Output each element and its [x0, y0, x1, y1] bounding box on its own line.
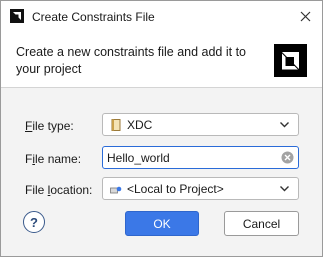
app-logo-icon [10, 9, 24, 23]
file-name-field[interactable] [102, 146, 299, 169]
file-name-input[interactable] [107, 149, 277, 166]
create-constraints-dialog: Create Constraints File Create a new con… [0, 0, 323, 257]
clear-icon[interactable] [281, 151, 294, 164]
file-name-label: File name: [25, 152, 82, 166]
file-type-label: File type: [25, 119, 74, 133]
chevron-down-icon [280, 122, 289, 128]
window-title: Create Constraints File [32, 10, 155, 24]
close-button[interactable] [294, 5, 316, 27]
file-location-select[interactable]: <Local to Project> [102, 177, 299, 200]
title-bar: Create Constraints File [1, 1, 322, 32]
banner-description: Create a new constraints file and add it… [16, 45, 246, 76]
project-icon [110, 186, 122, 194]
amd-logo-icon [274, 44, 307, 77]
chevron-down-icon [280, 186, 289, 192]
header-banner: Create a new constraints file and add it… [1, 32, 322, 88]
file-location-label: File location: [25, 183, 93, 197]
help-button[interactable]: ? [23, 211, 45, 233]
file-type-value: XDC [127, 118, 153, 132]
cancel-button[interactable]: Cancel [224, 211, 299, 236]
file-type-select[interactable]: XDC [102, 113, 299, 136]
close-icon [300, 11, 310, 21]
file-location-value: <Local to Project> [127, 182, 224, 196]
ok-button[interactable]: OK [125, 211, 199, 236]
file-icon [111, 119, 121, 131]
